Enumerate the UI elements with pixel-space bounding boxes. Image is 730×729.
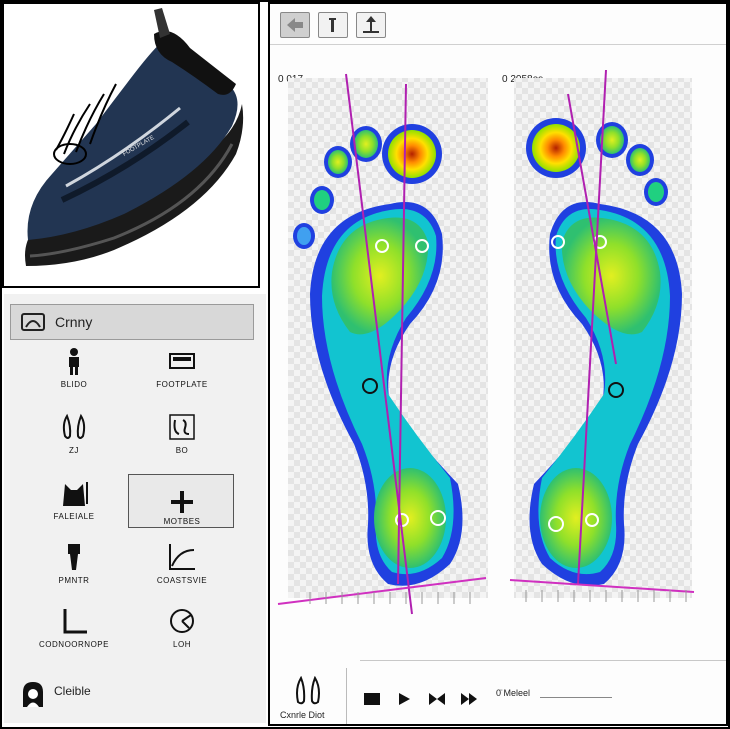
toolbar-divider: [270, 44, 726, 45]
tool-bo[interactable]: BO: [132, 410, 232, 462]
tool-motbes[interactable]: MOTBES: [128, 474, 234, 528]
tool-label: CODNOORNOPE: [39, 640, 109, 649]
tool-label: FOOTPLATE: [156, 380, 208, 389]
stop-icon[interactable]: [364, 692, 380, 706]
tool-codnoornope[interactable]: CODNOORNOPE: [24, 604, 124, 656]
feet-icon[interactable]: [292, 675, 324, 706]
back-button[interactable]: [280, 12, 310, 38]
progress-track[interactable]: [540, 697, 612, 698]
footprints-icon: [59, 412, 89, 442]
sidebar-bottom-label: Cleible: [54, 684, 91, 698]
tool-label: BO: [175, 446, 189, 455]
plus-icon: [167, 487, 197, 517]
info-button[interactable]: [318, 12, 348, 38]
angle-gauge-icon: [167, 606, 197, 636]
next-icon[interactable]: [460, 692, 478, 706]
platform-icon: [167, 346, 197, 376]
pressure-viewer: 0 017 0 2058es: [268, 2, 728, 726]
play-icon[interactable]: [398, 692, 412, 706]
tool-label: ZJ: [69, 446, 79, 455]
dashboard-icon: [21, 313, 45, 331]
tool-label: LOH: [173, 640, 191, 649]
timeline-line: [360, 660, 726, 661]
tool-faleiale[interactable]: FALEIALE: [24, 476, 124, 528]
info-icon: [319, 18, 347, 41]
player-label: Cxnrle Diot: [280, 710, 325, 720]
mode-label: Crnny: [55, 314, 93, 330]
tool-blido[interactable]: BLIDO: [24, 344, 124, 396]
tool-footplate[interactable]: FOOTPLATE: [132, 344, 232, 396]
graph-curve-icon: [167, 542, 197, 572]
upload-icon: [357, 16, 385, 41]
foot-pressure-heatmap: [277, 69, 695, 615]
tool-label: FALEIALE: [53, 512, 95, 521]
tool-coastsvie[interactable]: COASTSVIE: [132, 540, 232, 592]
tool-pmntr[interactable]: PMNTR: [24, 540, 124, 592]
time-label: 0̈ Meleel: [496, 688, 531, 698]
previous-icon[interactable]: [428, 692, 446, 706]
tool-label: MOTBES: [163, 517, 201, 526]
tool-zj[interactable]: ZJ: [24, 410, 124, 462]
back-icon: [281, 18, 309, 41]
shoe-illustration: FOOTPLATE: [25, 8, 244, 266]
leg-icon: [59, 542, 89, 572]
foot-outline-icon: [167, 412, 197, 442]
tool-loh[interactable]: LOH: [132, 604, 232, 656]
shoe-image-panel: FOOTPLATE: [2, 2, 260, 288]
feet-divider: [346, 668, 347, 724]
tool-label: PMNTR: [58, 576, 90, 585]
body-balance-icon: [59, 478, 89, 508]
figure-icon: [59, 346, 89, 376]
mode-selector[interactable]: Crnny: [10, 304, 254, 340]
user-icon[interactable]: [20, 680, 46, 708]
corner-icon: [59, 606, 89, 636]
tool-label: BLIDO: [60, 380, 88, 389]
upload-button[interactable]: [356, 12, 386, 38]
tool-label: COASTSVIE: [156, 576, 208, 585]
